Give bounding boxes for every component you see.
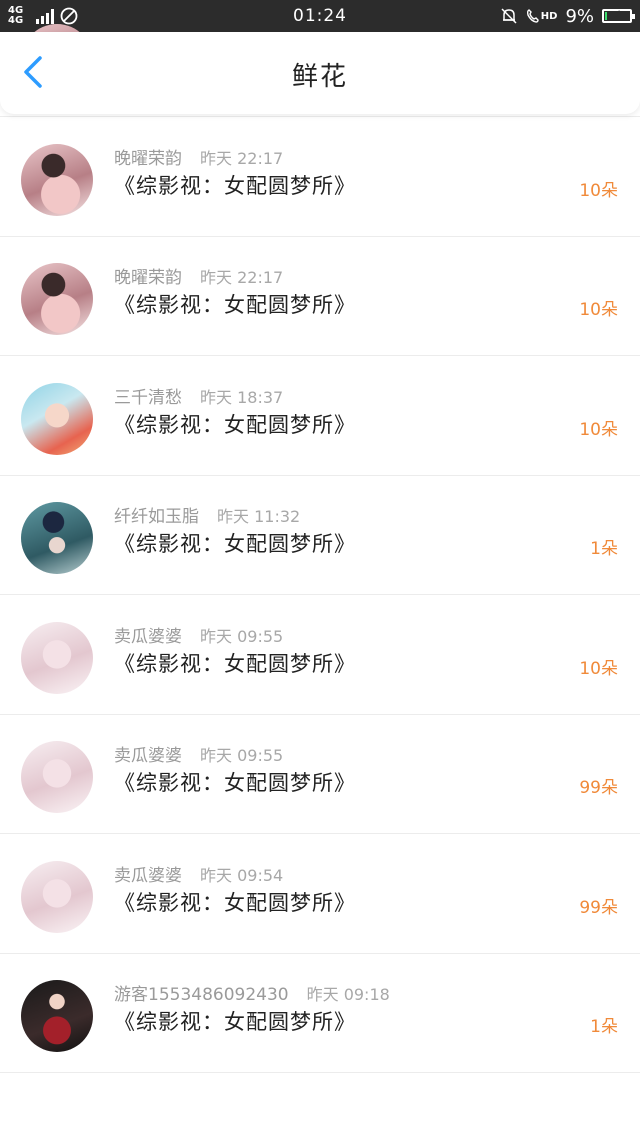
flower-count: 1朵 (590, 539, 618, 559)
list-item[interactable]: 晚曜荣韵 昨天 22:17 《综影视：女配圆梦所》 10朵 (0, 237, 640, 356)
book-title: 《综影视：女配圆梦所》 (114, 1010, 356, 1034)
list-item[interactable]: 游客1553486092430 昨天 09:18 《综影视：女配圆梦所》 1朵 (0, 954, 640, 1073)
list-item[interactable]: 卖瓜婆婆 昨天 09:55 《综影视：女配圆梦所》 99朵 (0, 715, 640, 834)
book-title: 《综影视：女配圆梦所》 (114, 412, 356, 437)
sent-time: 昨天 09:54 (200, 865, 284, 885)
sent-time: 昨天 09:55 (200, 626, 284, 646)
list-item[interactable]: 三千清愁 昨天 18:37 《综影视：女配圆梦所》 10朵 (0, 357, 640, 476)
avatar[interactable] (21, 980, 93, 1052)
sender-name: 游客1553486092430 (114, 985, 289, 1005)
avatar-image (21, 263, 93, 335)
sender-name: 卖瓜婆婆 (114, 746, 182, 766)
avatar[interactable] (21, 502, 93, 574)
book-title: 《综影视：女配圆梦所》 (114, 771, 356, 795)
avatar[interactable] (21, 382, 93, 455)
flower-count: 10朵 (579, 300, 618, 320)
sender-meta: 纤纤如玉脂 昨天 11:32 (114, 502, 300, 527)
sent-time: 昨天 22:17 (200, 268, 284, 287)
row-divider (0, 1072, 640, 1073)
header: 鲜花 (0, 32, 640, 114)
flower-count: 1朵 (590, 1017, 618, 1037)
sender-name: 卖瓜婆婆 (114, 865, 182, 886)
avatar[interactable] (21, 143, 93, 216)
sender-name: 三千清愁 (114, 387, 182, 408)
sender-meta: 卖瓜婆婆 昨天 09:55 (114, 622, 283, 647)
sender-meta: 晚曜荣韵 昨天 22:17 (114, 263, 283, 288)
flower-count: 99朵 (579, 897, 618, 918)
avatar-image (21, 741, 93, 813)
sender-meta: 游客1553486092430 昨天 09:18 (114, 980, 390, 1005)
sent-time: 昨天 11:32 (217, 507, 301, 526)
sender-name: 晚曜荣韵 (114, 148, 182, 169)
avatar-image (21, 980, 93, 1052)
flower-count: 10朵 (579, 658, 618, 679)
list-item[interactable]: 纤纤如玉脂 昨天 11:32 《综影视：女配圆梦所》 1朵 (0, 476, 640, 595)
sent-time: 昨天 09:55 (200, 746, 284, 765)
sender-name: 晚曜荣韵 (114, 268, 182, 288)
avatar-image (21, 860, 93, 933)
flower-count: 10朵 (579, 419, 618, 440)
avatar-image (21, 621, 93, 694)
list-item[interactable]: 卖瓜婆婆 昨天 09:55 《综影视：女配圆梦所》 10朵 (0, 596, 640, 715)
sender-name: 纤纤如玉脂 (114, 507, 199, 527)
avatar-image (21, 382, 93, 455)
book-title: 《综影视：女配圆梦所》 (114, 532, 356, 556)
sender-meta: 三千清愁 昨天 18:37 (114, 383, 283, 408)
avatar-image (21, 143, 93, 216)
avatar[interactable] (21, 741, 93, 813)
book-title: 《综影视：女配圆梦所》 (114, 293, 356, 317)
sent-time: 昨天 18:37 (200, 387, 284, 407)
list-item[interactable]: 卖瓜婆婆 昨天 09:54 《综影视：女配圆梦所》 99朵 (0, 835, 640, 954)
sender-meta: 卖瓜婆婆 昨天 09:54 (114, 861, 283, 886)
book-title: 《综影视：女配圆梦所》 (114, 890, 356, 915)
sent-time: 昨天 09:18 (306, 985, 390, 1004)
book-title: 《综影视：女配圆梦所》 (114, 651, 356, 676)
avatar[interactable] (21, 621, 93, 694)
sender-meta: 晚曜荣韵 昨天 22:17 (114, 144, 283, 169)
page-title: 鲜花 (291, 62, 348, 92)
sender-meta: 卖瓜婆婆 昨天 09:55 (114, 741, 283, 766)
flower-count: 99朵 (579, 778, 618, 798)
avatar[interactable] (21, 860, 93, 933)
sender-name: 卖瓜婆婆 (114, 626, 182, 647)
book-title: 《综影视：女配圆梦所》 (114, 173, 356, 198)
sent-time: 昨天 22:17 (200, 148, 284, 168)
list-item[interactable]: 晚曜荣韵 昨天 22:17 《综影视：女配圆梦所》 10朵 (0, 118, 640, 237)
flower-count: 10朵 (579, 180, 618, 201)
avatar-image (21, 502, 93, 574)
avatar[interactable] (21, 263, 93, 335)
